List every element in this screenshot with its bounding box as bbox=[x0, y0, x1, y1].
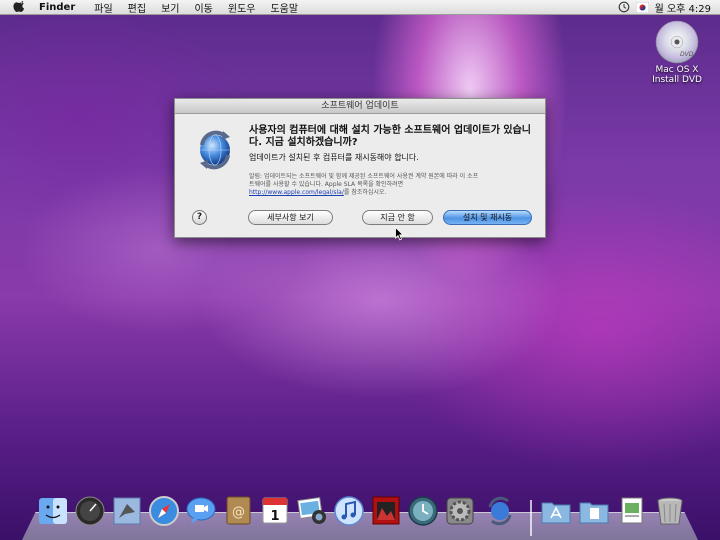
install-dvd-desktop-item[interactable]: DVD Mac OS X Install DVD bbox=[642, 20, 712, 85]
install-and-restart-button[interactable]: 설치 및 재시동 bbox=[443, 210, 532, 225]
time-machine-menu-icon[interactable] bbox=[618, 1, 630, 13]
dvd-disc-icon[interactable]: DVD bbox=[655, 20, 699, 64]
software-update-dialog: 소프트웨어 업데이트 사용자의 컴퓨터에 대해 설치 가능한 소프트웨어 업데이… bbox=[174, 98, 546, 238]
mail-icon[interactable] bbox=[111, 494, 143, 526]
dock-separator bbox=[530, 500, 532, 536]
dvd-label-line2: Install DVD bbox=[652, 75, 702, 85]
svg-text:@: @ bbox=[232, 505, 245, 520]
not-now-button[interactable]: 지금 안 함 bbox=[362, 210, 433, 225]
license-link[interactable]: http://www.apple.com/legal/sla/ bbox=[249, 189, 344, 196]
system-preferences-icon[interactable] bbox=[444, 494, 476, 526]
dialog-heading: 사용자의 컴퓨터에 대해 설치 가능한 소프트웨어 업데이트가 있습니다. 지금… bbox=[249, 125, 531, 148]
downloads-stack-icon[interactable] bbox=[616, 494, 648, 526]
address-book-icon[interactable]: @ bbox=[222, 494, 254, 526]
menu-go[interactable]: 이동 bbox=[194, 0, 212, 15]
finder-icon[interactable] bbox=[37, 494, 69, 526]
menu-edit[interactable]: 편집 bbox=[128, 0, 146, 15]
dashboard-icon[interactable] bbox=[74, 494, 106, 526]
mouse-cursor-icon bbox=[395, 227, 404, 241]
dialog-restart-note: 업데이트가 설치된 후 컴퓨터를 재시동해야 합니다. bbox=[249, 153, 419, 162]
menu-view[interactable]: 보기 bbox=[161, 0, 179, 15]
help-button[interactable]: ? bbox=[192, 210, 207, 225]
license-notice-text: 알림: 업데이트되는 소프트웨어 및 함께 제공된 소프트웨어 사용권 계약 원… bbox=[249, 173, 479, 188]
documents-folder-icon[interactable] bbox=[578, 494, 610, 526]
ichat-icon[interactable] bbox=[185, 494, 217, 526]
dvd-label: Mac OS X Install DVD bbox=[652, 65, 702, 85]
dialog-license-notice: 알림: 업데이트되는 소프트웨어 및 함께 제공된 소프트웨어 사용권 계약 원… bbox=[249, 173, 479, 197]
software-update-dock-icon[interactable] bbox=[484, 494, 516, 526]
ical-day: 1 bbox=[270, 509, 279, 524]
menu-window[interactable]: 윈도우 bbox=[228, 0, 256, 15]
photo-booth-icon[interactable] bbox=[370, 494, 402, 526]
itunes-icon[interactable] bbox=[333, 494, 365, 526]
applications-folder-icon[interactable] bbox=[540, 494, 572, 526]
desktop-wallpaper bbox=[0, 0, 720, 540]
iphoto-icon[interactable] bbox=[296, 494, 328, 526]
dvd-badge-text: DVD bbox=[680, 51, 694, 58]
license-notice-suffix: 를 참조하십시오. bbox=[343, 189, 387, 196]
show-details-button[interactable]: 세부사항 보기 bbox=[248, 210, 333, 225]
safari-icon[interactable] bbox=[148, 494, 180, 526]
menu-finder[interactable]: Finder bbox=[39, 2, 75, 13]
time-machine-icon[interactable] bbox=[407, 494, 439, 526]
menu-help[interactable]: 도움말 bbox=[270, 0, 298, 15]
apple-menu-icon[interactable] bbox=[13, 0, 27, 14]
software-update-icon bbox=[200, 130, 230, 170]
menu-clock[interactable]: 월 오후 4:29 bbox=[655, 0, 711, 15]
menu-file[interactable]: 파일 bbox=[94, 0, 112, 15]
trash-icon[interactable] bbox=[654, 494, 686, 526]
ical-icon[interactable]: 1 bbox=[259, 494, 291, 526]
dialog-title[interactable]: 소프트웨어 업데이트 bbox=[175, 99, 545, 114]
input-menu-flag-icon[interactable] bbox=[635, 1, 649, 13]
dvd-label-line1: Mac OS X bbox=[655, 65, 699, 75]
menu-bar: Finder 파일 편집 보기 이동 윈도우 도움말 월 오후 4:29 bbox=[0, 0, 720, 15]
